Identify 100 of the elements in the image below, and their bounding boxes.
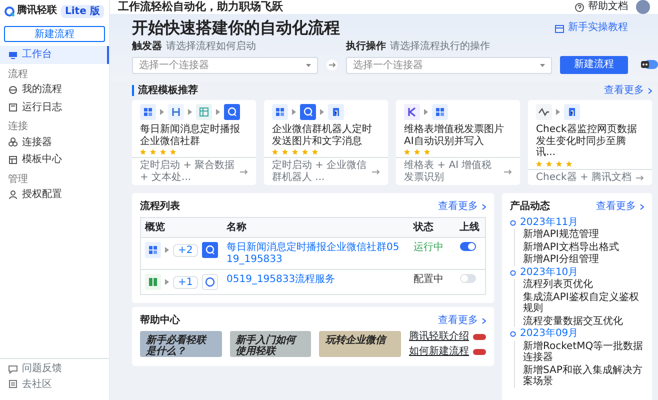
trigger-hint: 请选择流程如何启动 bbox=[166, 41, 256, 53]
online-toggle[interactable] bbox=[460, 274, 476, 284]
view-more-link[interactable]: 查看更多 bbox=[438, 201, 486, 213]
sidebar-item[interactable]: 连接器 bbox=[0, 134, 109, 151]
create-flow-button[interactable]: 新建流程 bbox=[560, 56, 628, 74]
chat-app-icon bbox=[300, 104, 316, 120]
news-item[interactable]: 新增API文档导出格式 bbox=[523, 242, 644, 254]
logo-icon bbox=[4, 6, 15, 16]
template-tags: 定时启动 + 聚合数据 + 文本处... bbox=[140, 160, 236, 184]
arrow-right-icon bbox=[636, 174, 644, 181]
star-icon bbox=[546, 160, 552, 167]
star-icon bbox=[140, 149, 146, 156]
new-flow-button[interactable]: 新建流程 bbox=[4, 26, 105, 42]
news-item[interactable]: 流程列表页优化 bbox=[523, 279, 644, 291]
template-title: 每日新闻消息定时播报企业微信社群 bbox=[139, 122, 241, 148]
star-icon bbox=[404, 149, 410, 156]
chevron-icon bbox=[648, 88, 652, 94]
sheet-app-icon bbox=[145, 274, 161, 290]
hot-tag bbox=[473, 349, 486, 356]
month-label: 2023年11月 bbox=[520, 216, 578, 228]
view-more-text[interactable]: 查看更多 bbox=[438, 315, 478, 327]
chevron-icon bbox=[482, 204, 486, 210]
sidebar-item[interactable]: 工作台 bbox=[0, 46, 109, 64]
footer-link[interactable]: 问题反馈 bbox=[8, 363, 62, 374]
sidebar-item[interactable]: 我的流程 bbox=[0, 81, 109, 98]
step-count: +2 bbox=[173, 244, 198, 258]
footer-link[interactable]: 去社区 bbox=[8, 378, 52, 390]
view-more-link[interactable]: 查看更多 bbox=[596, 201, 644, 213]
template-card[interactable]: 维格表增值税发票图片AI自动识别并写入 维格表 + AI 增值税发票识别 bbox=[396, 100, 520, 186]
news-item[interactable]: 新增RocketMQ等一批数据连接器 bbox=[523, 340, 644, 364]
section-label: 管理 bbox=[7, 172, 29, 186]
action-hint: 请选择流程执行的操作 bbox=[390, 41, 490, 53]
column-header: 概览 bbox=[140, 217, 222, 238]
caret-icon bbox=[292, 109, 296, 116]
action-label: 执行操作 bbox=[346, 41, 386, 53]
view-more-link[interactable]: 查看更多 bbox=[438, 315, 486, 327]
user-icon bbox=[8, 190, 18, 200]
monitor-icon bbox=[8, 50, 18, 60]
tutorial-link[interactable]: 新手实操教程 bbox=[555, 22, 628, 34]
template-card[interactable]: Check器监控网页数据发生变化时同步至腾讯... Check器 + 腾讯文档 bbox=[528, 100, 652, 186]
template-card[interactable]: 企业微信群机器人定时发送图片和文字消息 定时启动 + 企业微信群机器人 ... bbox=[264, 100, 388, 186]
template-card[interactable]: 每日新闻消息定时播报企业微信社群 定时启动 + 聚合数据 + 文本处... bbox=[132, 100, 256, 186]
help-banner[interactable]: 新手入门如何使用轻联 bbox=[230, 330, 312, 357]
dropdown-caret-icon bbox=[306, 64, 311, 67]
flow-name-link[interactable]: 0519_195833流程服务 bbox=[226, 274, 406, 286]
online-toggle[interactable] bbox=[460, 242, 476, 252]
section-title: 流程模板推荐 bbox=[132, 84, 604, 96]
help-banner[interactable]: 玩转企业微信 bbox=[319, 330, 402, 357]
grid-app-icon bbox=[272, 104, 288, 120]
chat-app-icon bbox=[224, 104, 240, 120]
template-title: 企业微信群机器人定时发送图片和文字消息 bbox=[271, 122, 373, 148]
flow-name-link[interactable]: 每日新闻消息定时播报企业微信社群0519_195833 bbox=[226, 242, 406, 266]
star-icon bbox=[292, 149, 298, 156]
template-tags: 定时启动 + 企业微信群机器人 ... bbox=[272, 160, 368, 184]
view-more-link[interactable]: 查看更多 bbox=[604, 84, 652, 96]
star-icon bbox=[556, 160, 562, 167]
caret-icon bbox=[188, 109, 192, 116]
help-icon bbox=[575, 2, 584, 12]
news-item[interactable]: 新增API分组管理 bbox=[523, 254, 644, 266]
connector-select[interactable]: 选择一个连接器 bbox=[132, 56, 318, 74]
star-icon bbox=[414, 149, 420, 156]
circles-icon bbox=[8, 137, 18, 148]
arrow-right-icon bbox=[372, 168, 380, 175]
h-shape-icon bbox=[168, 104, 184, 120]
star-icon bbox=[282, 149, 288, 156]
news-item[interactable]: 流程变量数据交互优化 bbox=[523, 316, 644, 328]
news-item[interactable]: 新增SAP和嵌入集成解决方案场景 bbox=[523, 364, 644, 388]
connector-select[interactable]: 选择一个连接器 bbox=[346, 56, 552, 74]
caret-icon bbox=[160, 109, 164, 116]
template-title: 维格表增值税发票图片AI自动识别并写入 bbox=[403, 122, 505, 148]
help-banner[interactable]: 新手必看轻联是什么？ bbox=[140, 330, 222, 357]
avatar-circle[interactable] bbox=[636, 0, 650, 14]
view-more-text[interactable]: 查看更多 bbox=[438, 201, 478, 213]
star-icon bbox=[302, 149, 308, 156]
view-more-text[interactable]: 查看更多 bbox=[596, 201, 636, 213]
trigger-label: 触发器 bbox=[132, 41, 162, 53]
sidebar-item[interactable]: 模板中心 bbox=[0, 151, 109, 168]
edition-badge: Lite 版 bbox=[61, 4, 104, 18]
arrow-right-icon bbox=[504, 168, 512, 175]
help-link[interactable]: 腾讯轻联介绍 bbox=[409, 330, 470, 342]
star-icon bbox=[536, 160, 542, 167]
sidebar-item[interactable]: 授权配置 bbox=[0, 186, 109, 204]
sidebar-item[interactable]: 运行日志 bbox=[0, 98, 109, 116]
view-more-text[interactable]: 查看更多 bbox=[604, 84, 644, 96]
chat-app-icon bbox=[202, 242, 218, 258]
column-header: 上线 bbox=[456, 217, 486, 238]
caret-icon bbox=[165, 247, 169, 254]
section-label: 连接 bbox=[7, 120, 29, 134]
robot-assistant-drawing[interactable] bbox=[640, 58, 658, 70]
news-item[interactable]: 新增API规范管理 bbox=[523, 229, 644, 241]
timeline-dot-icon bbox=[510, 270, 516, 276]
help-docs-link[interactable]: 帮助文档 bbox=[575, 1, 628, 13]
help-link[interactable]: 如何新建流程 bbox=[409, 346, 470, 358]
table-app-icon bbox=[196, 104, 212, 120]
news-item[interactable]: 集成流API鉴权自定义鉴权规则 bbox=[523, 292, 644, 315]
status-text: 配置中 bbox=[410, 270, 456, 295]
template-tags: 维格表 + AI 增值税发票识别 bbox=[404, 160, 500, 184]
column-header: 状态 bbox=[410, 217, 456, 238]
hot-tag bbox=[473, 334, 486, 340]
speech-bubble-icon bbox=[8, 364, 18, 374]
